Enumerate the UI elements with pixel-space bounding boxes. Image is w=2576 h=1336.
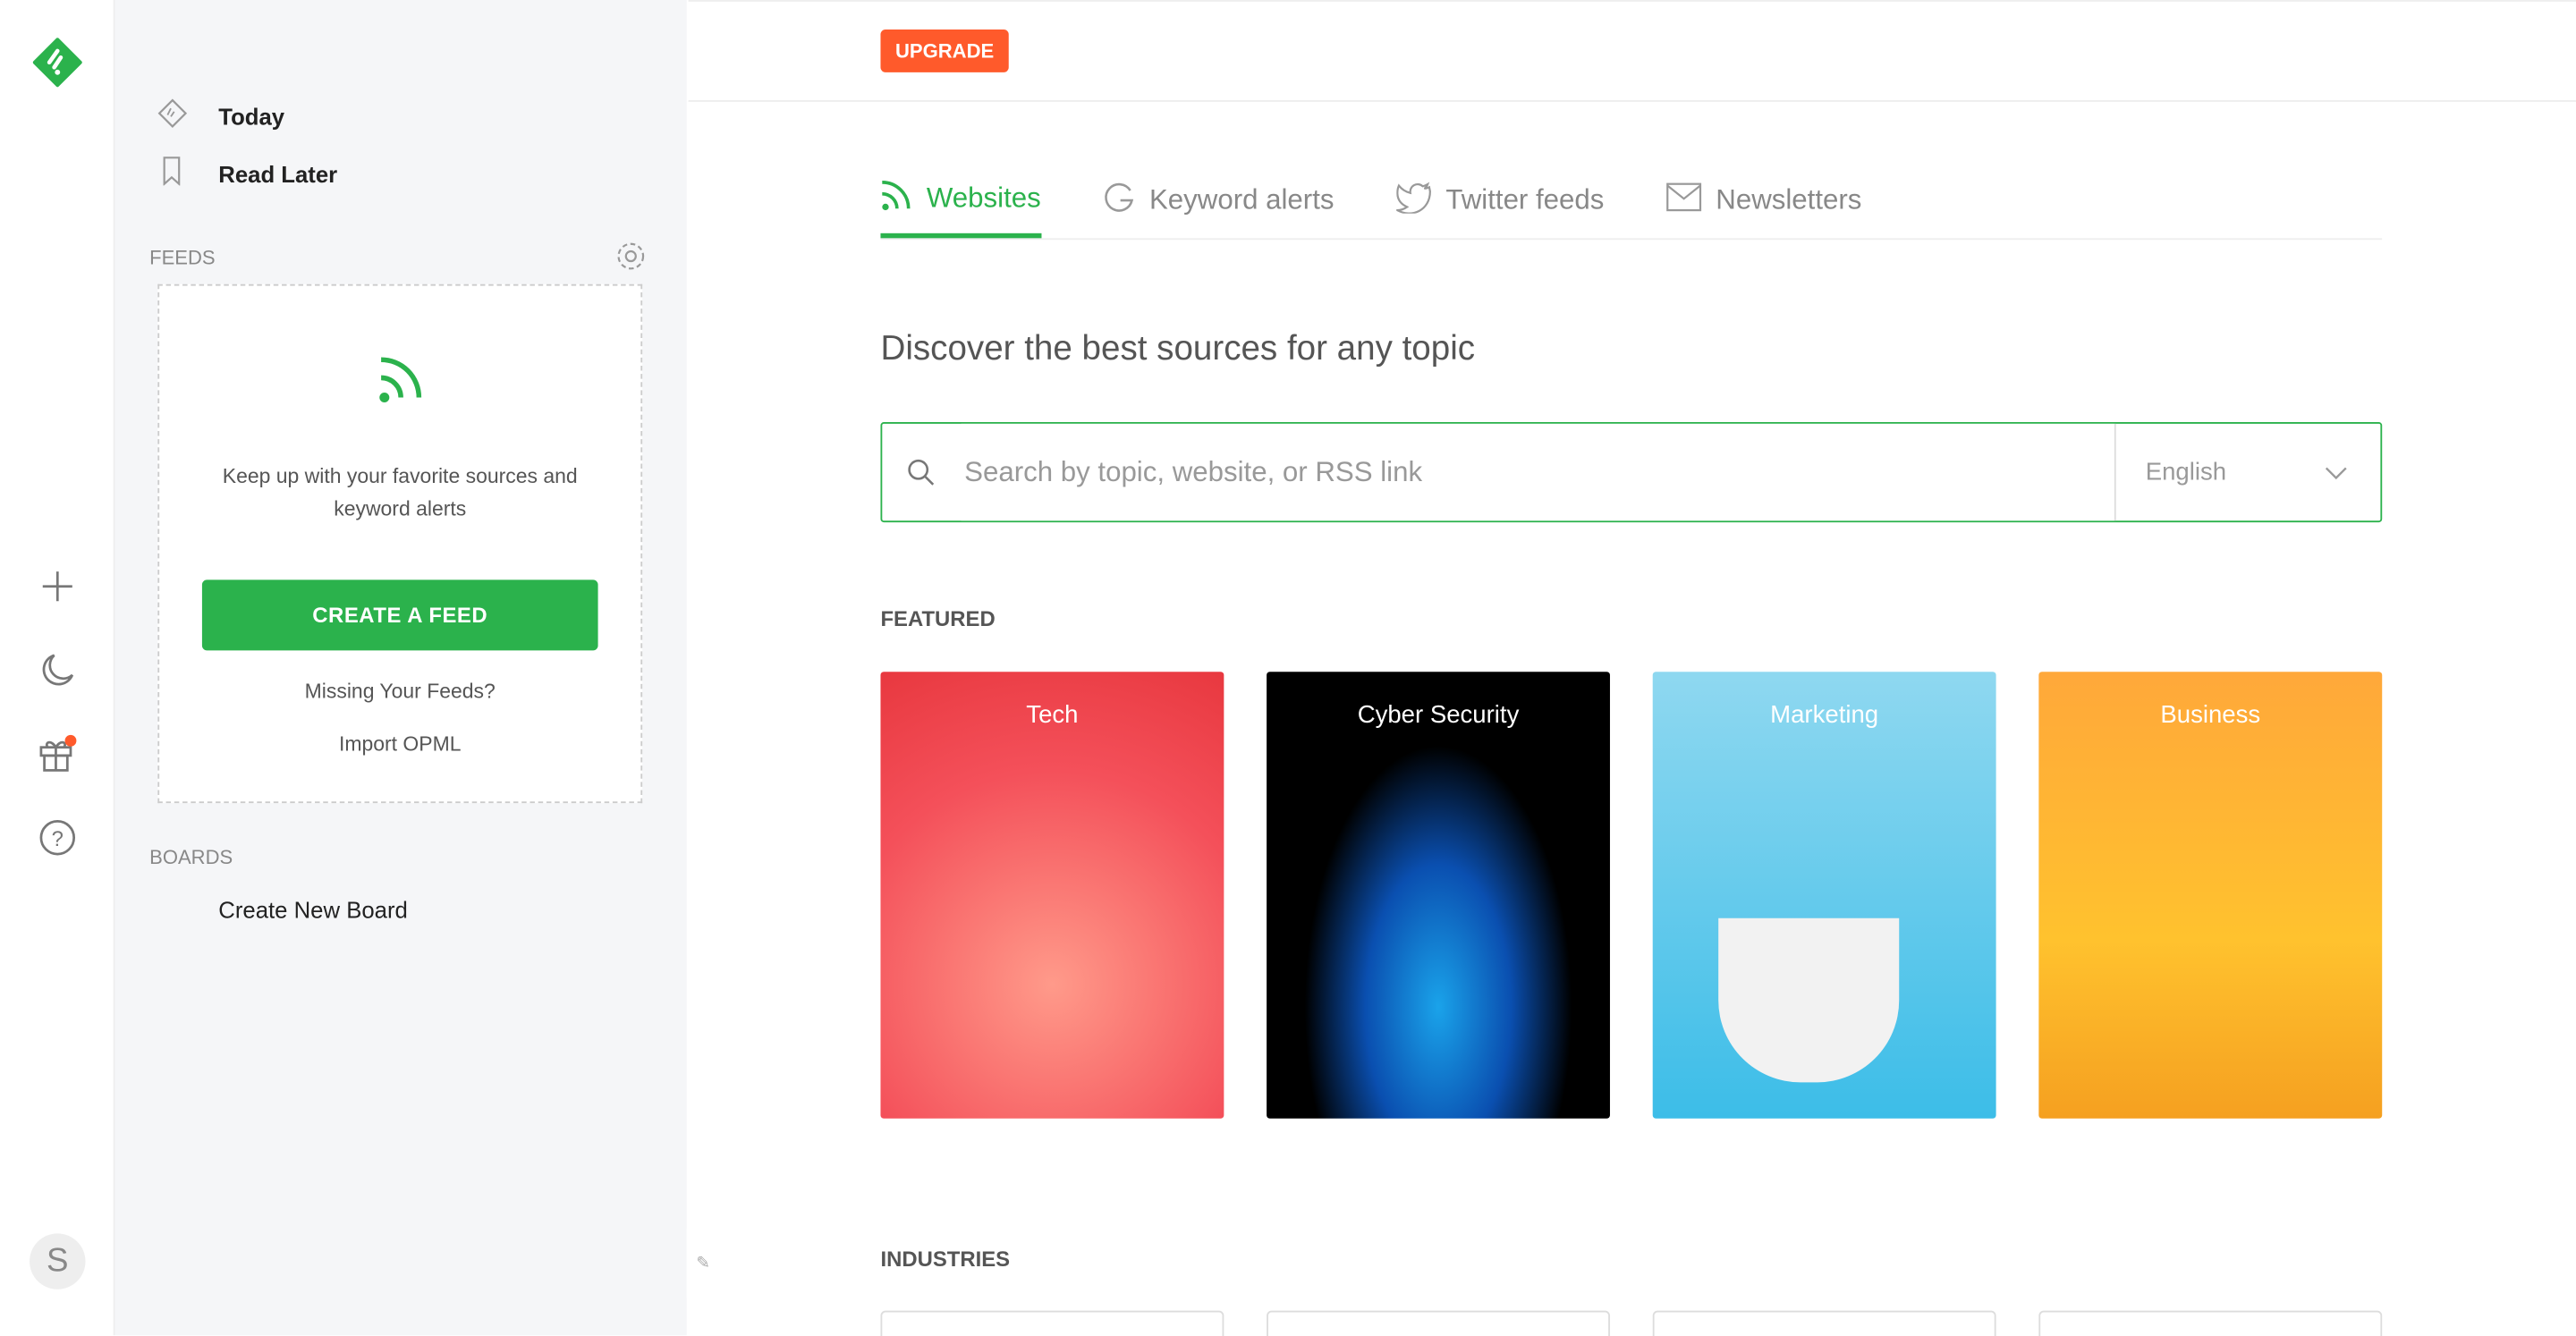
sidebar: Today Read Later FEEDS Keep up with your… xyxy=(114,0,687,1336)
tab-websites[interactable]: Websites xyxy=(880,165,1041,239)
sidebar-item-label: Today xyxy=(218,102,285,130)
sidebar-item-read-later[interactable]: Read Later xyxy=(157,156,337,190)
empty-feeds-text: Keep up with your favorite sources and k… xyxy=(222,464,578,521)
industry-card[interactable] xyxy=(880,1310,1224,1336)
avatar[interactable]: S xyxy=(30,1233,86,1289)
language-select[interactable]: English xyxy=(2114,423,2381,521)
gear-icon[interactable] xyxy=(614,240,648,281)
plus-icon[interactable] xyxy=(36,565,79,608)
moon-icon[interactable] xyxy=(36,648,79,691)
industry-card[interactable] xyxy=(1267,1310,1610,1336)
card-label: Marketing xyxy=(1770,701,1879,730)
google-icon xyxy=(1104,180,1137,221)
feedly-logo[interactable] xyxy=(32,38,82,95)
featured-card-business[interactable]: Business xyxy=(2038,672,2383,1119)
search-input[interactable] xyxy=(961,423,2114,521)
featured-card-marketing[interactable]: Marketing xyxy=(1652,672,1996,1119)
industries-title: INDUSTRIES xyxy=(880,1247,1011,1272)
search-bar: English xyxy=(880,422,2383,523)
sidebar-item-label: Read Later xyxy=(218,160,338,187)
tab-keyword-alerts[interactable]: Keyword alerts xyxy=(1104,165,1335,237)
today-icon xyxy=(157,98,218,133)
import-opml-link[interactable]: Import OPML xyxy=(159,732,640,756)
page-title: Discover the best sources for any topic xyxy=(880,330,1476,368)
tab-twitter-feeds[interactable]: Twitter feeds xyxy=(1393,165,1605,237)
svg-text:?: ? xyxy=(52,827,64,851)
help-icon[interactable]: ? xyxy=(36,816,79,859)
tab-label: Twitter feeds xyxy=(1445,183,1605,216)
card-label: Cyber Security xyxy=(1357,701,1520,730)
tab-newsletters[interactable]: Newsletters xyxy=(1666,165,1861,237)
mail-icon xyxy=(1666,182,1702,219)
create-board-link[interactable]: Create New Board xyxy=(218,897,408,923)
featured-card-cyber-security[interactable]: Cyber Security xyxy=(1267,672,1610,1119)
industry-card[interactable] xyxy=(1652,1310,1996,1336)
gift-icon[interactable] xyxy=(36,732,79,775)
empty-feeds-panel: Keep up with your favorite sources and k… xyxy=(157,283,643,804)
tab-label: Newsletters xyxy=(1716,183,1862,216)
search-icon xyxy=(882,424,961,520)
main-content: UPGRADE Websites Keyword alerts Twitter … xyxy=(688,0,2576,1336)
tab-label: Websites xyxy=(926,182,1041,214)
upgrade-button[interactable]: UPGRADE xyxy=(880,30,1009,72)
bookmark-icon xyxy=(157,156,218,190)
create-feed-button[interactable]: CREATE A FEED xyxy=(201,579,598,651)
rss-icon xyxy=(377,355,427,412)
featured-title: FEATURED xyxy=(880,605,996,631)
tab-label: Keyword alerts xyxy=(1148,183,1335,216)
top-bar: UPGRADE xyxy=(688,0,2576,102)
icon-rail: ? S xyxy=(0,0,115,1336)
card-label: Business xyxy=(2160,701,2261,730)
missing-feeds-link[interactable]: Missing Your Feeds? xyxy=(159,680,640,703)
cup-image xyxy=(1718,917,1900,1083)
chevron-down-icon xyxy=(2325,458,2348,486)
card-label: Tech xyxy=(1026,701,1079,730)
boards-section-title: BOARDS xyxy=(149,845,233,869)
sidebar-item-today[interactable]: Today xyxy=(157,98,284,133)
feeds-section-title: FEEDS xyxy=(149,246,216,270)
twitter-icon xyxy=(1393,180,1432,221)
language-value: English xyxy=(2145,458,2227,486)
featured-card-tech[interactable]: Tech xyxy=(880,672,1224,1119)
rss-icon xyxy=(880,178,913,219)
source-tabs: Websites Keyword alerts Twitter feeds Ne… xyxy=(880,165,2383,241)
industry-card[interactable] xyxy=(2038,1310,2383,1336)
